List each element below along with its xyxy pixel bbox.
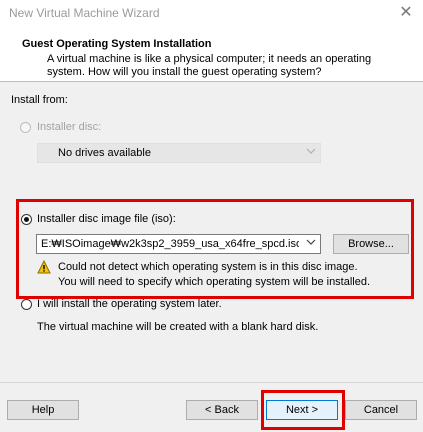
install-later-description: The virtual machine will be created with… [37, 321, 319, 333]
install-later-radio[interactable] [21, 299, 32, 310]
wizard-window: New Virtual Machine Wizard ✕ Guest Opera… [0, 0, 423, 432]
installer-disc-dropdown[interactable]: No drives available [37, 143, 321, 163]
chevron-down-icon[interactable] [306, 237, 316, 250]
iso-radio[interactable] [21, 214, 32, 225]
page-title: Guest Operating System Installation [22, 38, 212, 50]
warning-icon [37, 259, 51, 274]
close-icon[interactable]: ✕ [397, 3, 415, 21]
footer-divider [0, 382, 423, 383]
installer-disc-dropdown-value: No drives available [58, 147, 151, 159]
warning-line-1: Could not detect which operating system … [58, 261, 358, 273]
warning-line-2: You will need to specify which operating… [58, 276, 371, 288]
cancel-button[interactable]: Cancel [345, 400, 417, 420]
iso-path-value: E:₩ISOimage₩w2k3sp2_3959_usa_x64fre_spcd… [41, 238, 299, 250]
back-button[interactable]: < Back [186, 400, 258, 420]
help-button[interactable]: Help [7, 400, 79, 420]
window-title: New Virtual Machine Wizard [9, 6, 160, 20]
chevron-down-icon [306, 146, 316, 159]
iso-path-input[interactable]: E:₩ISOimage₩w2k3sp2_3959_usa_x64fre_spcd… [36, 234, 321, 254]
next-button[interactable]: Next > [266, 400, 338, 420]
wizard-header: Guest Operating System Installation A vi… [0, 28, 423, 82]
install-from-label: Install from: [11, 94, 68, 106]
content-area: Install from: Installer disc: No drives … [0, 82, 423, 382]
install-later-label: I will install the operating system late… [37, 298, 222, 310]
iso-label: Installer disc image file (iso): [37, 213, 176, 225]
page-description: A virtual machine is like a physical com… [47, 53, 372, 78]
browse-button[interactable]: Browse... [333, 234, 409, 254]
title-bar: New Virtual Machine Wizard ✕ [0, 0, 423, 28]
installer-disc-label: Installer disc: [37, 121, 102, 133]
installer-disc-radio[interactable] [20, 122, 31, 133]
